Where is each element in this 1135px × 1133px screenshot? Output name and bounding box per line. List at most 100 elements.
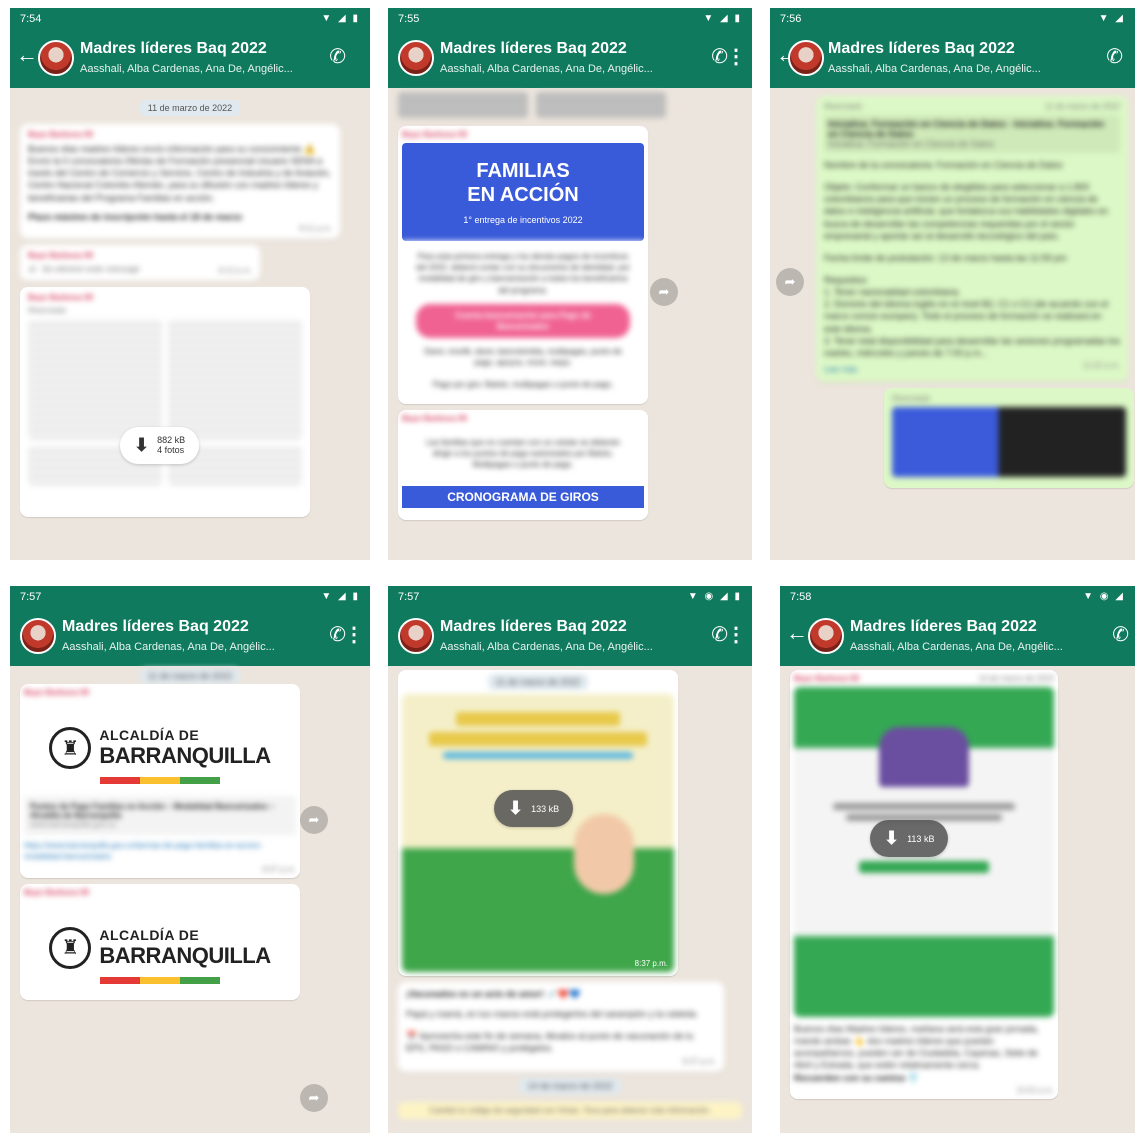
message-list: Bayo Barbosa 09 14 de marzo de 2022 ⬇ 11… [780, 666, 1135, 1133]
city-seal-icon: ♜ [49, 926, 92, 969]
image-message-bubble[interactable]: Bayo Barbosa 09 Las familias que no cuen… [398, 409, 648, 520]
image-message-bubble[interactable]: Bayo Barbosa 09 14 de marzo de 2022 ⬇ 11… [790, 670, 1058, 1099]
read-more-link[interactable]: Leer más [824, 365, 857, 376]
share-icon[interactable]: ➦ [300, 806, 328, 834]
security-notice[interactable]: Cambió tu código de seguridad con Vivian… [398, 1101, 742, 1119]
sender-name: Bayo Barbosa 09 [24, 887, 89, 897]
more-options-icon[interactable]: ⋮ [726, 622, 746, 647]
forwarded-image-bubble[interactable]: Reenviado [884, 387, 1134, 488]
link-preview-bubble[interactable]: Bayo Barbosa 09 ♜ ALCALDÍA DE BARRANQUIL… [20, 883, 300, 1000]
logo-color-bar [100, 976, 220, 984]
link-preview-bubble[interactable]: Bayo Barbosa 09 ♜ ALCALDÍA DE BARRANQUIL… [20, 684, 300, 878]
message-bubble-deleted[interactable]: Bayo Barbosa 09 ⊘ Se eliminó este mensaj… [20, 244, 260, 281]
status-time: 7:57 [398, 591, 420, 603]
call-icon[interactable]: ✆ [1112, 622, 1129, 647]
message-time: 11:02 a.m. [1082, 360, 1120, 370]
banner-title: EN ACCIÓN [467, 184, 579, 206]
alcaldia-logo: ♜ ALCALDÍA DE BARRANQUILLA [24, 701, 296, 796]
call-icon[interactable]: ✆ [329, 44, 346, 69]
banner-strip: CRONOGRAMA DE GIROS [402, 486, 644, 509]
banner-subtitle: 1° entrega de incentivos 2022 [463, 215, 583, 225]
sender-name: Bayo Barbosa 09 [28, 130, 93, 139]
chat-screenshot-1: 7:54 ▼ ◢ ▮ ← Madres líderes Baq 2022 Aass… [10, 8, 370, 560]
message-bubble[interactable]: ¡Vacunados es un acto de amor! 💉❤️💙 Papá… [398, 982, 724, 1072]
group-avatar[interactable] [398, 40, 434, 76]
message-time: 8:37 p.m. [682, 1056, 716, 1066]
group-avatar[interactable] [788, 40, 824, 76]
message-text: 1. Tener nacionalidad colombiana. [824, 287, 961, 298]
download-button[interactable]: ⬇ 882 kB 4 fotos [120, 426, 200, 464]
group-avatar[interactable] [398, 618, 434, 654]
download-button[interactable]: ⬇ 113 kB [870, 820, 949, 857]
message-text: Buenos días madres líderes envío informa… [28, 144, 331, 203]
chat-members[interactable]: Aasshali, Alba Cardenas, Ana De, Angélic… [850, 641, 1080, 653]
sender-name: Bayo Barbosa 09 [402, 413, 467, 423]
chat-members[interactable]: Aasshali, Alba Cardenas, Ana De, Angélic… [440, 63, 670, 75]
link-url[interactable]: https://www.barranquilla.gov.co/tarmas-d… [24, 841, 296, 863]
group-avatar[interactable] [808, 618, 844, 654]
banner-title: FAMILIAS [476, 160, 570, 182]
download-button[interactable]: ⬇ 133 kB [494, 790, 574, 827]
message-text: 📅 Aprovecha este fin de semana, llévalos… [406, 1031, 694, 1054]
vaccination-poster [402, 694, 674, 972]
share-icon[interactable]: ➦ [650, 278, 678, 306]
share-icon[interactable]: ➦ [776, 268, 804, 296]
chat-title[interactable]: Madres líderes Baq 2022 [440, 618, 627, 636]
chat-members[interactable]: Aasshali, Alba Cardenas, Ana De, Angélic… [80, 63, 310, 75]
back-arrow-icon[interactable]: ← [16, 44, 38, 66]
group-avatar[interactable] [20, 618, 56, 654]
system-icons: ▼ ◢ ▮ [321, 13, 360, 24]
link-domain: www.barranquilla.gov.co [30, 820, 117, 829]
chat-members[interactable]: Aasshali, Alba Cardenas, Ana De, Angélic… [828, 63, 1058, 75]
download-icon: ⬇ [134, 434, 150, 455]
group-avatar[interactable] [38, 40, 74, 76]
chat-header: ← Madres líderes Baq 2022 Aasshali, Alba… [770, 30, 1135, 88]
banner-pill: Cuenta bancarización para Pago de Bancar… [416, 303, 630, 339]
chat-title[interactable]: Madres líderes Baq 2022 [828, 40, 1015, 58]
chat-title[interactable]: Madres líderes Baq 2022 [80, 40, 267, 58]
chat-header: ← Madres líderes Baq 2022 Aasshali, Alba… [780, 608, 1135, 666]
chat-members[interactable]: Aasshali, Alba Cardenas, Ana De, Angélic… [62, 641, 292, 653]
status-time: 7:54 [20, 13, 42, 25]
message-text: 2. Dominio del idioma inglés en el nivel… [824, 299, 1109, 334]
more-options-icon[interactable]: ⋮ [726, 44, 746, 69]
date-chip: 11 de marzo de 2022 [139, 100, 241, 116]
photo-thumbnail [28, 318, 162, 439]
chat-members[interactable]: Aasshali, Alba Cardenas, Ana De, Angélic… [440, 641, 670, 653]
message-list: Bayo Barbosa 09 FAMILIAS EN ACCIÓN 1° en… [388, 88, 752, 560]
back-arrow-icon[interactable]: ← [786, 622, 808, 644]
download-count: 4 fotos [157, 445, 185, 456]
deleted-message: ⊘ Se eliminó este mensaje 8:12 p.m. [28, 264, 252, 275]
chat-header: Madres líderes Baq 2022 Aasshali, Alba C… [388, 608, 752, 666]
download-size: 113 kB [907, 833, 935, 844]
deleted-icon: ⊘ [28, 263, 36, 274]
sender-name: Bayo Barbosa 09 [28, 250, 93, 260]
photo-album-bubble[interactable]: Bayo Barbosa 09 Reenviado ⬇ 882 kB 4 fot… [20, 286, 310, 517]
image-message-bubble[interactable]: Bayo Barbosa 09 FAMILIAS EN ACCIÓN 1° en… [398, 126, 648, 404]
more-options-icon[interactable]: ⋮ [344, 622, 364, 647]
status-time: 7:55 [398, 13, 420, 25]
photo-thumbnail [168, 318, 302, 439]
sender-name: Bayo Barbosa 09 [28, 292, 93, 302]
chat-screenshot-4: 7:57 ▼ ◢ ▮ Madres líderes Baq 2022 Aassha… [10, 586, 370, 1133]
status-bar: 7:57 ▼ ◢ ▮ [10, 586, 370, 608]
link-subtitle: Iniciativa: Formación en Ciencia de Dato… [828, 139, 995, 149]
message-time: 8:07 p.m. [262, 864, 296, 874]
message-bubble[interactable]: Bayo Barbosa 09 Buenos días madres líder… [20, 124, 340, 239]
banner-text: Para esta primera entrega y los demás pa… [416, 252, 630, 295]
message-time: 8:12 p.m. [218, 265, 252, 275]
forwarded-link-bubble[interactable]: Reenviado 11 de marzo de 2022 Iniciativa… [816, 96, 1128, 382]
link-title: Iniciativa: Formación en Ciencia de Dato… [828, 119, 1105, 139]
share-icon[interactable]: ➦ [300, 1084, 328, 1112]
chat-title[interactable]: Madres líderes Baq 2022 [850, 618, 1037, 636]
call-icon[interactable]: ✆ [1106, 44, 1123, 69]
image-time: 8:37 p.m. [634, 959, 668, 968]
deleted-text: Se eliminó este mensaje [41, 264, 140, 275]
logo-text-big: BARRANQUILLA [99, 942, 271, 968]
status-time: 7:57 [20, 591, 42, 603]
chat-title[interactable]: Madres líderes Baq 2022 [440, 40, 627, 58]
chat-title[interactable]: Madres líderes Baq 2022 [62, 618, 249, 636]
status-bar: 7:55 ▼ ◢ ▮ [388, 8, 752, 30]
date-chip: 14 de marzo de 2022 [519, 1077, 621, 1094]
image-message-bubble[interactable]: 11 de marzo de 2022 ⬇ 133 kB 8:37 p.m. [398, 670, 678, 976]
